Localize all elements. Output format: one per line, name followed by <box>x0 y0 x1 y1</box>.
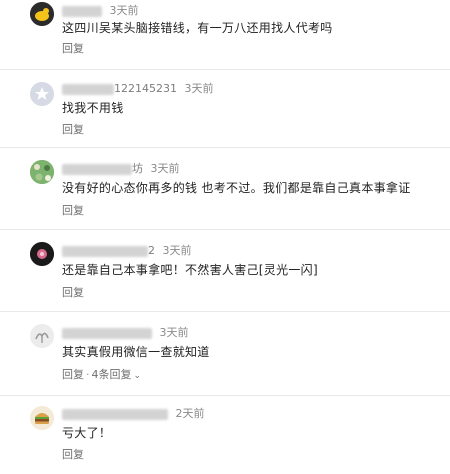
comment-text: 还是靠自己本事拿吧！不然害人害己[灵光一闪] <box>62 263 318 277</box>
separator-dot: · <box>86 368 90 381</box>
comment-meta: 坊 3天前 <box>62 162 180 176</box>
avatar[interactable] <box>30 2 54 26</box>
comment-text: 没有好的心态你再多的钱 也考不过。我们都是靠自己真本事拿证 <box>62 181 411 195</box>
avatar[interactable] <box>30 242 54 266</box>
comment-text: 这四川吴某头脑接错线，有一万八还用找人代考吗 <box>62 21 333 35</box>
comment-actions: 回复 <box>62 448 84 462</box>
comment-time: 3天前 <box>162 244 192 257</box>
comment-meta: 3天前 <box>62 326 189 340</box>
comment-actions: 回复 <box>62 123 84 137</box>
yellow-bird-icon <box>30 2 54 26</box>
avatar[interactable] <box>30 406 54 430</box>
comment-item: 3天前 这四川吴某头脑接错线，有一万八还用找人代考吗 回复 <box>0 0 450 70</box>
reply-count: 4条回复 <box>91 368 132 381</box>
comment-text: 其实真假用微信一查就知道 <box>62 345 210 359</box>
reply-button[interactable]: 回复 <box>62 448 84 461</box>
star-icon <box>30 82 54 106</box>
comment-time: 3天前 <box>150 162 180 175</box>
username-redacted <box>62 83 114 95</box>
comment-item: 2天前 亏大了！ 回复 <box>0 396 450 474</box>
reply-button[interactable]: 回复 <box>62 123 84 136</box>
username-tail: 坊 <box>132 162 143 175</box>
green-pattern-icon <box>30 160 54 184</box>
username-redacted <box>62 408 168 420</box>
comment-actions: 回复 <box>62 42 84 56</box>
avatar[interactable] <box>30 160 54 184</box>
comment-time: 2天前 <box>175 407 205 420</box>
reply-button[interactable]: 回复 <box>62 204 84 217</box>
comment-item: 坊 3天前 没有好的心态你再多的钱 也考不过。我们都是靠自己真本事拿证 回复 <box>0 148 450 230</box>
avatar[interactable] <box>30 82 54 106</box>
comment-meta: 3天前 <box>62 4 139 18</box>
comment-item: 2 3天前 还是靠自己本事拿吧！不然害人害己[灵光一闪] 回复 <box>0 230 450 312</box>
chevron-down-icon: ⌄ <box>133 371 142 381</box>
avatar[interactable] <box>30 324 54 348</box>
comment-meta: 122145231 3天前 <box>62 82 214 96</box>
comment-time: 3天前 <box>109 4 139 17</box>
comment-item: 122145231 3天前 找我不用钱 回复 <box>0 70 450 148</box>
comment-time: 3天前 <box>159 326 189 339</box>
comment-actions: 回复 <box>62 286 84 300</box>
comment-meta: 2 3天前 <box>62 244 192 258</box>
reply-button[interactable]: 回复 <box>62 42 84 55</box>
comment-time: 3天前 <box>184 82 214 95</box>
comment-text: 亏大了！ <box>62 426 112 440</box>
comment-text: 找我不用钱 <box>62 101 124 115</box>
username-redacted <box>62 327 152 339</box>
comment-actions: 回复 · 4条回复 ⌄ <box>62 368 141 383</box>
view-replies-button[interactable]: 4条回复 ⌄ <box>92 368 142 381</box>
username-redacted <box>62 245 148 257</box>
username-tail: 122145231 <box>114 82 177 95</box>
username-redacted <box>62 163 132 175</box>
comment-actions: 回复 <box>62 204 84 218</box>
comment-item: 3天前 其实真假用微信一查就知道 回复 · 4条回复 ⌄ <box>0 312 450 396</box>
flower-icon <box>30 242 54 266</box>
reply-button[interactable]: 回复 <box>62 286 84 299</box>
username-tail: 2 <box>148 244 155 257</box>
burger-icon <box>30 406 54 430</box>
comment-meta: 2天前 <box>62 407 205 421</box>
tree-icon <box>30 324 54 348</box>
reply-button[interactable]: 回复 <box>62 368 84 381</box>
username-redacted <box>62 5 102 17</box>
